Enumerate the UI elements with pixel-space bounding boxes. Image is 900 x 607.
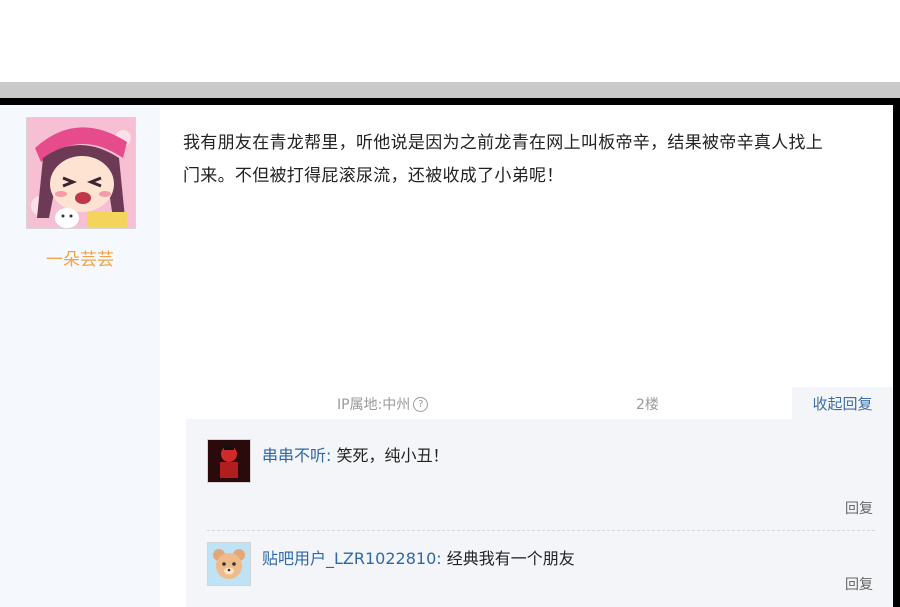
reply-text: 经典我有一个朋友 <box>446 549 575 568</box>
help-icon[interactable]: ? <box>413 396 429 412</box>
reply-separator: : <box>326 446 332 465</box>
post-panel: 一朵芸芸 我有朋友在青龙帮里，听他说是因为之前龙青在网上叫板帝辛，结果被帝辛真人… <box>0 105 893 607</box>
collapse-replies-button[interactable]: 收起回复 <box>792 387 893 419</box>
reply-username[interactable]: 贴吧用户_LZR1022810 <box>262 549 436 568</box>
anime-girl-avatar-icon <box>27 118 135 228</box>
author-username[interactable]: 一朵芸芸 <box>0 245 160 270</box>
author-avatar[interactable] <box>26 117 136 229</box>
author-column: 一朵芸芸 <box>0 105 160 607</box>
post-content: 我有朋友在青龙帮里，听他说是因为之前龙青在网上叫板帝辛，结果被帝辛真人找上 门来… <box>183 133 824 186</box>
top-black-border <box>0 98 900 105</box>
reply-button[interactable]: 回复 <box>845 498 873 518</box>
reply-item: 贴吧用户_LZR1022810: 经典我有一个朋友 <box>262 545 575 569</box>
reply-divider <box>207 530 875 531</box>
reply-button[interactable]: 回复 <box>845 574 873 594</box>
top-gray-band <box>0 82 900 98</box>
reply-item: 串串不听: 笑死，纯小丑！ <box>262 442 449 466</box>
bear-avatar-icon <box>208 543 250 585</box>
reply-avatar[interactable] <box>207 542 251 586</box>
reply-avatar[interactable] <box>207 439 251 483</box>
ip-location-text: IP属地:中州 <box>337 397 411 413</box>
ip-location: IP属地:中州 ? <box>337 394 429 414</box>
reply-username[interactable]: 串串不听 <box>262 446 326 465</box>
reply-separator: : <box>436 549 442 568</box>
reply-text: 笑死，纯小丑！ <box>336 446 449 465</box>
red-figure-avatar-icon <box>208 440 250 482</box>
right-black-border <box>893 98 900 607</box>
floor-number: 2楼 <box>636 397 659 413</box>
